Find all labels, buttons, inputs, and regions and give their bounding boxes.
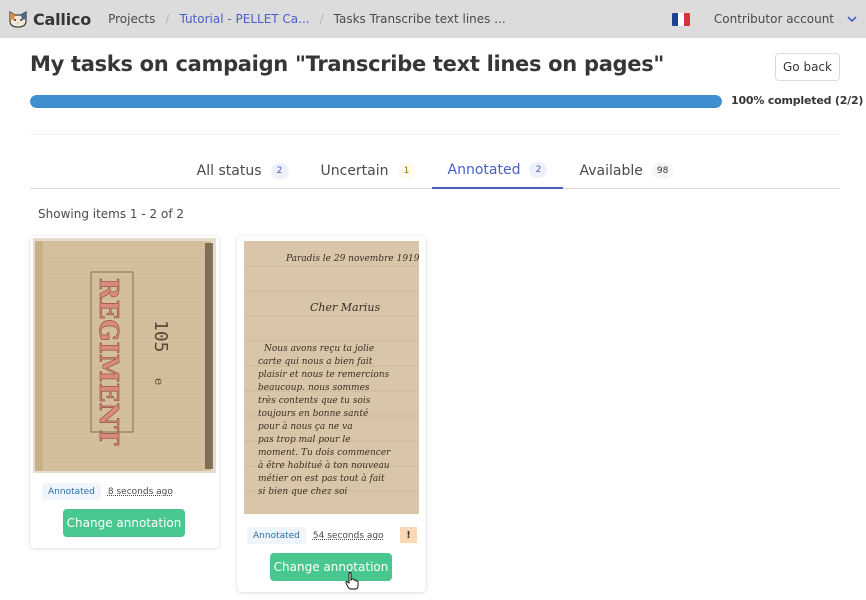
svg-text:Paradis le 29 novembre 1919: Paradis le 29 novembre 1919 <box>285 254 419 264</box>
tab-all-status[interactable]: All status 2 <box>181 152 305 189</box>
svg-text:toujours en bonne santé: toujours en bonne santé <box>258 408 369 419</box>
svg-text:105: 105 <box>150 320 171 353</box>
task-thumbnail[interactable]: Paradis le 29 novembre 1919 Cher Marius … <box>244 241 419 514</box>
tab-annotated[interactable]: Annotated 2 <box>431 152 564 189</box>
account-menu[interactable]: Contributor account <box>714 12 834 26</box>
task-card: Paradis le 29 novembre 1919 Cher Marius … <box>237 236 426 592</box>
timestamp[interactable]: 54 seconds ago <box>313 531 384 541</box>
svg-text:métier on est pas tout à fait: métier on est pas tout à fait <box>258 473 385 484</box>
tab-label: Annotated <box>447 161 521 178</box>
svg-text:si bien que chez soi: si bien que chez soi <box>258 487 348 497</box>
tab-label: All status <box>196 162 262 179</box>
svg-text:Nous avons reçu ta jolie: Nous avons reçu ta jolie <box>263 344 374 354</box>
showing-items-text: Showing items 1 - 2 of 2 <box>38 207 184 221</box>
progress-fill <box>30 95 722 108</box>
task-card: REGIMENT 105 e Annotated 8 seconds ago C… <box>30 236 219 548</box>
hand-cursor-icon <box>345 572 359 590</box>
svg-text:moment. Tu dois commencer: moment. Tu dois commencer <box>258 448 391 458</box>
task-thumbnail[interactable]: REGIMENT 105 e <box>33 238 216 473</box>
brand-link[interactable]: Callico <box>8 9 91 29</box>
change-annotation-button[interactable]: Change annotation <box>63 509 185 537</box>
status-badge: Annotated <box>42 483 101 500</box>
progress-bar <box>30 95 722 108</box>
navbar: Callico Projects / Tutorial - PELLET Ca.… <box>0 0 866 38</box>
uncertain-flag-icon: ! <box>400 527 417 543</box>
page-title: My tasks on campaign "Transcribe text li… <box>30 52 665 76</box>
svg-text:beaucoup. nous sommes: beaucoup. nous sommes <box>258 383 370 393</box>
letter-image: Paradis le 29 novembre 1919 Cher Marius … <box>244 241 419 514</box>
go-back-button[interactable]: Go back <box>775 53 840 81</box>
tab-label: Available <box>579 162 643 179</box>
status-tabs: All status 2 Uncertain 1 Annotated 2 Ava… <box>30 152 840 189</box>
change-annotation-button[interactable]: Change annotation <box>270 553 392 581</box>
timestamp[interactable]: 8 seconds ago <box>108 487 173 497</box>
svg-text:e: e <box>152 378 166 385</box>
breadcrumb-projects[interactable]: Projects <box>108 12 155 26</box>
tab-available[interactable]: Available 98 <box>563 152 689 189</box>
breadcrumb-current: Tasks Transcribe text lines ... <box>333 12 506 26</box>
svg-text:très contents que tu sois: très contents que tu sois <box>258 395 371 406</box>
count-badge: 1 <box>397 162 416 179</box>
notebook-image: REGIMENT 105 e <box>33 238 216 473</box>
count-badge: 2 <box>270 162 289 179</box>
breadcrumb-project[interactable]: Tutorial - PELLET Ca... <box>179 12 309 26</box>
svg-text:REGIMENT: REGIMENT <box>93 278 123 446</box>
fr-flag-icon[interactable] <box>671 12 690 26</box>
breadcrumb-separator: / <box>165 12 170 26</box>
progress-label: 100% completed (2/2) <box>731 94 864 107</box>
status-badge: Annotated <box>247 527 306 544</box>
brand-name: Callico <box>33 9 92 29</box>
divider <box>30 134 840 135</box>
svg-text:carte qui nous a bien fait: carte qui nous a bien fait <box>258 357 373 367</box>
breadcrumb-separator: / <box>319 12 324 26</box>
count-badge: 2 <box>529 161 548 178</box>
cat-logo-icon <box>9 10 27 28</box>
count-badge: 98 <box>651 162 674 179</box>
svg-text:pas trop mal pour le: pas trop mal pour le <box>258 435 351 445</box>
svg-text:à être habitué à ton nouveau: à être habitué à ton nouveau <box>258 460 390 471</box>
chevron-down-icon[interactable] <box>844 11 860 27</box>
svg-text:plaisir et nous te remercions: plaisir et nous te remercions <box>258 370 390 380</box>
tab-label: Uncertain <box>320 162 389 179</box>
breadcrumb: Projects / Tutorial - PELLET Ca... / Tas… <box>108 12 506 26</box>
svg-text:Cher Marius: Cher Marius <box>310 301 380 314</box>
svg-text:pour à nous ça ne va: pour à nous ça ne va <box>258 421 353 432</box>
tab-uncertain[interactable]: Uncertain 1 <box>305 152 432 189</box>
